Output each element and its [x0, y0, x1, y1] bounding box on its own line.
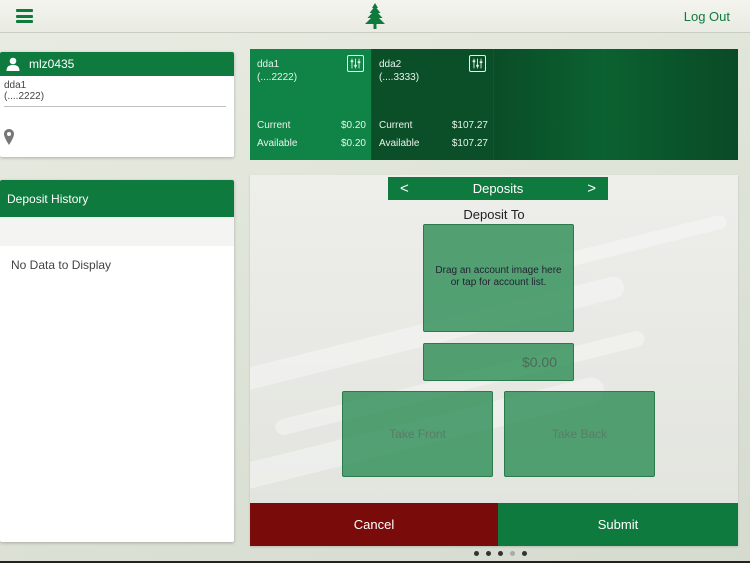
sliders-icon[interactable] [469, 55, 486, 72]
amount-input[interactable]: $0.00 [423, 343, 574, 381]
current-value: $107.27 [451, 120, 488, 131]
empty-message: No Data to Display [11, 258, 112, 272]
available-balance-row: Available $107.27 [379, 138, 488, 149]
account-carousel: dda1 (....2222) Current $0.20 Available … [250, 49, 738, 160]
deposit-history-title: Deposit History [0, 180, 234, 217]
current-value: $0.20 [340, 120, 366, 131]
account-tile-dda1[interactable]: dda1 (....2222) Current $0.20 Available … [250, 49, 371, 160]
current-label: Current [379, 120, 413, 131]
divider [4, 106, 226, 107]
user-account-number: (....2222) [4, 91, 45, 102]
available-label: Available [257, 138, 298, 149]
page-dot[interactable] [474, 551, 479, 556]
user-card: mlz0435 dda1 (....2222) [0, 52, 234, 157]
logout-button[interactable]: Log Out [684, 9, 730, 24]
sliders-icon[interactable] [347, 55, 364, 72]
drop-hint-line1: Drag an account image here [435, 265, 562, 276]
page-dot[interactable] [486, 551, 491, 556]
available-value: $0.20 [340, 138, 366, 149]
cedar-tree-icon [365, 3, 385, 29]
current-balance-row: Current $107.27 [379, 120, 488, 131]
cancel-button[interactable]: Cancel [250, 503, 498, 546]
top-bar: Log Out [0, 0, 750, 33]
prev-arrow-button[interactable]: < [400, 180, 409, 197]
deposit-history-subheader [0, 217, 234, 246]
user-account[interactable]: dda1 (....2222) [0, 76, 234, 102]
account-name: dda2 [379, 59, 402, 70]
current-label: Current [257, 120, 291, 131]
deposits-selector: < Deposits > [388, 177, 608, 200]
account-name: dda1 [257, 59, 280, 70]
available-balance-row: Available $0.20 [257, 138, 366, 149]
deposits-title: Deposits [472, 181, 524, 196]
drop-hint-line2: or tap for account list. [450, 277, 547, 288]
available-label: Available [379, 138, 420, 149]
account-number: (....2222) [257, 72, 298, 83]
page-dot[interactable] [498, 551, 503, 556]
take-front-button[interactable]: Take Front [342, 391, 493, 477]
page-indicator [474, 551, 527, 556]
account-number: (....3333) [379, 72, 420, 83]
account-drop-zone[interactable]: Drag an account image here or tap for ac… [423, 224, 574, 332]
user-account-name: dda1 [4, 80, 27, 91]
submit-button[interactable]: Submit [498, 503, 738, 546]
page-dot-active[interactable] [510, 551, 515, 556]
available-value: $107.27 [451, 138, 488, 149]
user-header: mlz0435 [0, 52, 234, 76]
deposit-to-label: Deposit To [463, 207, 525, 222]
account-carousel-background [494, 49, 738, 160]
hamburger-icon[interactable] [16, 9, 33, 23]
map-pin-icon[interactable] [4, 129, 14, 145]
username: mlz0435 [29, 57, 75, 71]
user-icon [6, 57, 20, 71]
deposit-panel: < Deposits > Deposit To Drag an account … [250, 175, 738, 546]
next-arrow-button[interactable]: > [587, 180, 596, 197]
current-balance-row: Current $0.20 [257, 120, 366, 131]
page-dot[interactable] [522, 551, 527, 556]
take-back-button[interactable]: Take Back [504, 391, 655, 477]
deposit-history-panel: Deposit History No Data to Display [0, 180, 234, 542]
account-tile-dda2[interactable]: dda2 (....3333) Current $107.27 Availabl… [372, 49, 493, 160]
